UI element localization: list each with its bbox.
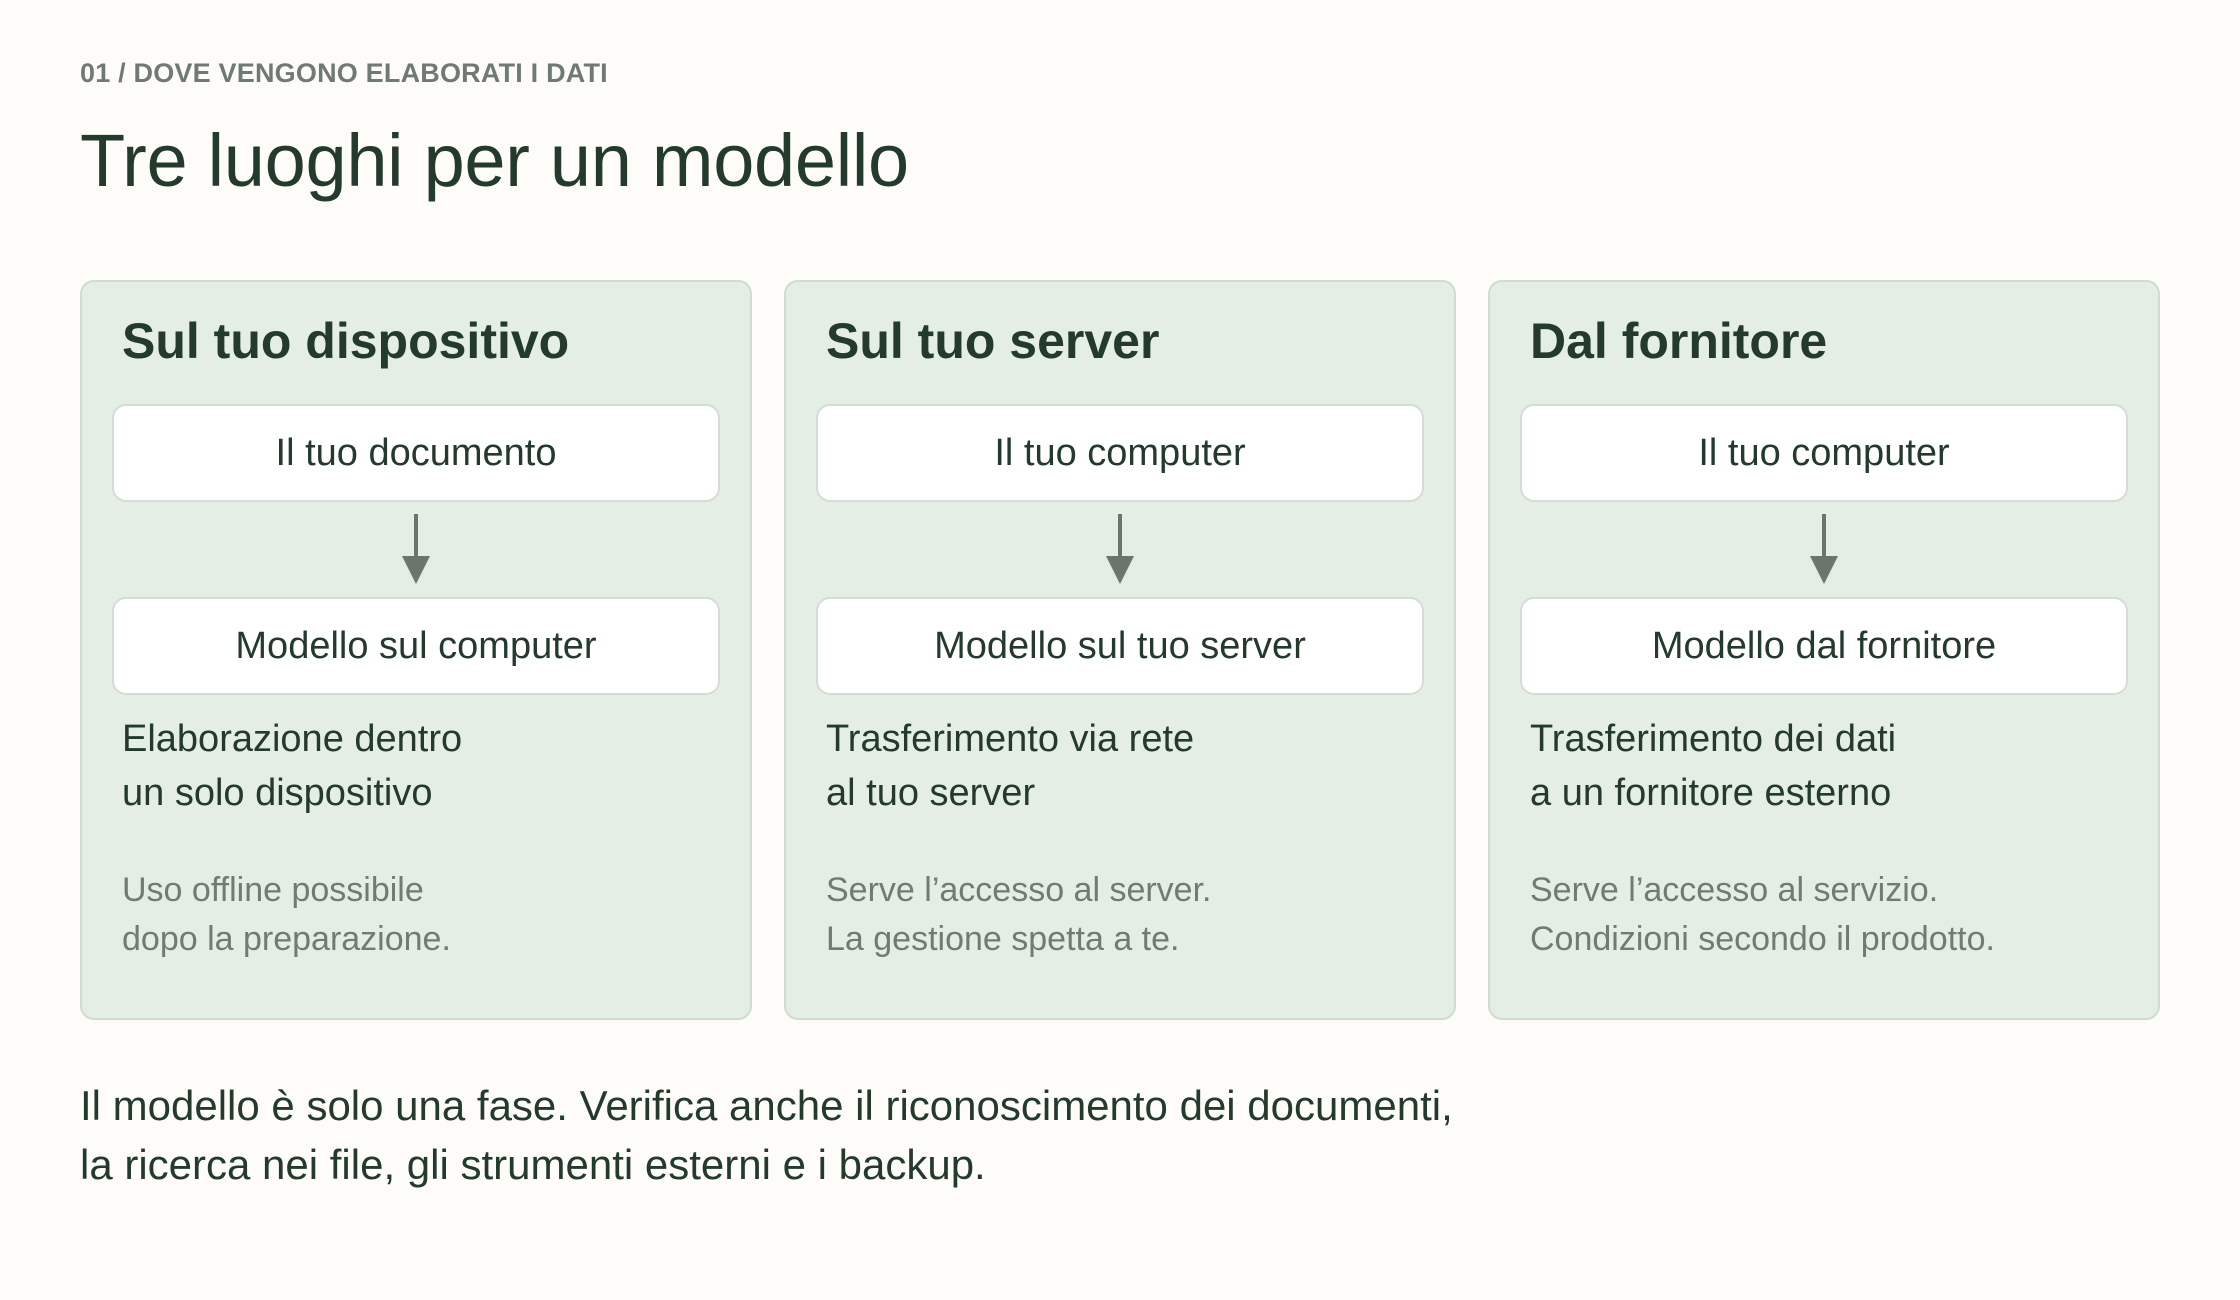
- card-description-line: Trasferimento via rete: [826, 718, 1195, 760]
- flow-node-model: Modello dal fornitore: [1520, 597, 2128, 695]
- card-note-line: Serve l’accesso al servizio.: [1530, 871, 1939, 909]
- card-provider: Dal fornitore Il tuo computer Modello da…: [1488, 280, 2160, 1020]
- footer-line: la ricerca nei file, gli strumenti ester…: [80, 1141, 986, 1188]
- card-description: Trasferimento dei dati a un fornitore es…: [1530, 712, 1896, 820]
- card-description-line: Elaborazione dentro: [122, 718, 463, 760]
- footer-line: Il modello è solo una fase. Verifica anc…: [80, 1082, 1453, 1129]
- card-note-line: dopo la preparazione.: [122, 920, 451, 958]
- card-description-line: un solo dispositivo: [122, 772, 433, 814]
- card-note-line: La gestione spetta a te.: [826, 920, 1180, 958]
- card-description: Elaborazione dentro un solo dispositivo: [122, 712, 462, 820]
- card-description: Trasferimento via rete al tuo server: [826, 712, 1194, 820]
- flow-node-model: Modello sul computer: [112, 597, 720, 695]
- card-server: Sul tuo server Il tuo computer Modello s…: [784, 280, 1456, 1020]
- arrow-down-icon: [402, 514, 430, 584]
- card-note-line: Uso offline possibile: [122, 871, 424, 909]
- card-title: Sul tuo dispositivo: [122, 313, 570, 369]
- page-title: Tre luoghi per un modello: [80, 119, 909, 202]
- flow-node-source: Il tuo computer: [816, 404, 1424, 502]
- footer-note: Il modello è solo una fase. Verifica anc…: [80, 1076, 1453, 1194]
- flow-node-source: Il tuo computer: [1520, 404, 2128, 502]
- card-note-line: Serve l’accesso al server.: [826, 871, 1212, 909]
- card-note: Serve l’accesso al server. La gestione s…: [826, 866, 1212, 964]
- card-description-line: al tuo server: [826, 772, 1036, 814]
- card-description-line: a un fornitore esterno: [1530, 772, 1892, 814]
- card-device: Sul tuo dispositivo Il tuo documento Mod…: [80, 280, 752, 1020]
- card-note: Uso offline possibile dopo la preparazio…: [122, 866, 451, 964]
- arrow-down-icon: [1106, 514, 1134, 584]
- card-note: Serve l’accesso al servizio. Condizioni …: [1530, 866, 1995, 964]
- arrow-down-icon: [1810, 514, 1838, 584]
- card-title: Dal fornitore: [1530, 313, 1828, 369]
- card-note-line: Condizioni secondo il prodotto.: [1530, 920, 1995, 958]
- location-cards: Sul tuo dispositivo Il tuo documento Mod…: [80, 280, 2160, 1020]
- flow-node-source: Il tuo documento: [112, 404, 720, 502]
- card-title: Sul tuo server: [826, 313, 1160, 369]
- flow-node-model: Modello sul tuo server: [816, 597, 1424, 695]
- card-description-line: Trasferimento dei dati: [1530, 718, 1897, 760]
- eyebrow-label: 01 / DOVE VENGONO ELABORATI I DATI: [80, 58, 608, 88]
